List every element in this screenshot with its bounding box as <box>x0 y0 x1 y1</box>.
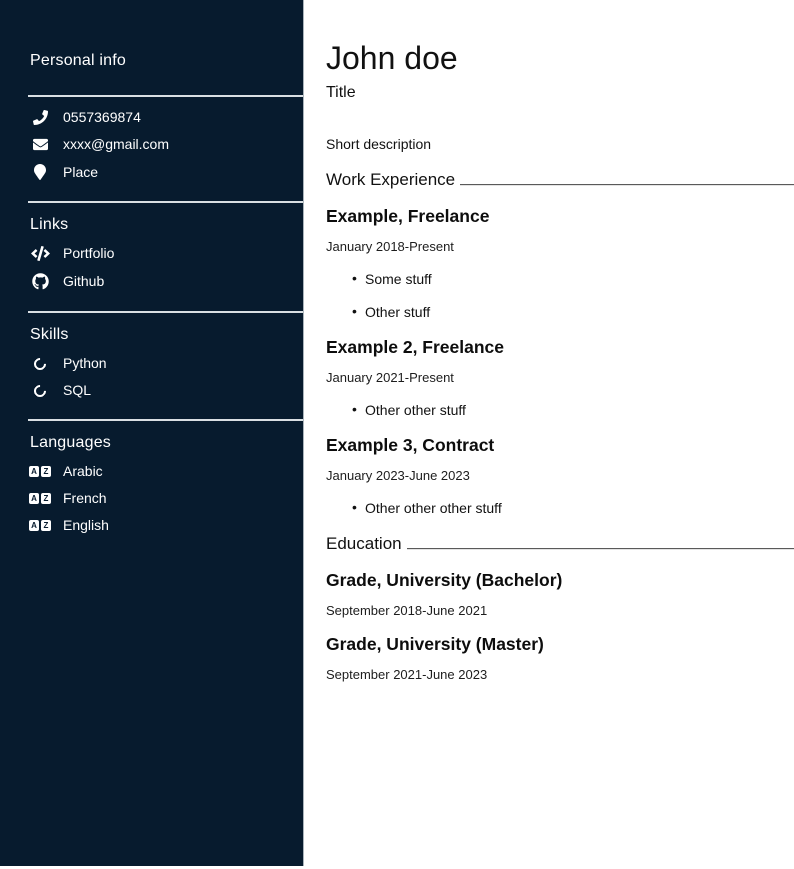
section-heading-label: Education <box>326 533 402 555</box>
envelope-icon <box>30 137 50 152</box>
education-entries: Grade, University (Bachelor) September 20… <box>326 570 794 683</box>
section-heading-work-experience: Work Experience <box>326 169 794 191</box>
sidebar-item-label: 0557369874 <box>63 110 141 125</box>
entry-title: Example 3, Contract <box>326 435 794 456</box>
sidebar-section-title-links: Links <box>30 215 303 235</box>
sidebar-item: AZ Arabic <box>30 458 303 485</box>
sidebar-item: AZ French <box>30 485 303 512</box>
entry-date: January 2023-June 2023 <box>326 468 794 484</box>
divider <box>28 311 303 313</box>
links-list: Portfolio Github <box>0 240 303 296</box>
entry-title: Example 2, Freelance <box>326 337 794 358</box>
languages-list: AZ Arabic AZ French AZ English <box>0 458 303 539</box>
short-description: Short description <box>326 136 794 153</box>
sidebar-item-label: xxxx@gmail.com <box>63 137 169 152</box>
entry-bullets: Some stuff Other stuff <box>326 271 794 321</box>
person-title: Title <box>326 83 794 103</box>
divider <box>28 95 303 97</box>
sidebar-item-label: Python <box>63 356 107 371</box>
sidebar-item-label: French <box>63 491 107 506</box>
circle-notch-icon <box>30 385 50 397</box>
sidebar-item[interactable]: Portfolio <box>30 240 303 267</box>
sidebar-item: xxxx@gmail.com <box>30 131 303 158</box>
sidebar-item: Place <box>30 158 303 186</box>
section-heading-label: Work Experience <box>326 169 455 191</box>
sidebar-item-label: Portfolio <box>63 246 114 261</box>
main-content: John doe Title Short description Work Ex… <box>305 0 794 869</box>
code-icon <box>30 246 50 261</box>
entry-title: Grade, University (Master) <box>326 634 794 655</box>
language-icon: AZ <box>30 466 50 477</box>
sidebar-section-title-skills: Skills <box>30 325 303 345</box>
bullet-item: Some stuff <box>365 271 794 288</box>
divider <box>28 419 303 421</box>
personal-info-list: 0557369874 xxxx@gmail.com Place <box>0 104 303 186</box>
sidebar: Personal info 0557369874 xxxx@gmail.com Pl… <box>0 0 304 866</box>
sidebar-item-label: Place <box>63 165 98 180</box>
work-experience-entries: Example, Freelance January 2018-Present So… <box>326 206 794 517</box>
heading-rule <box>407 548 794 550</box>
person-name: John doe <box>326 40 794 76</box>
sidebar-item: 0557369874 <box>30 104 303 131</box>
sidebar-item-label: SQL <box>63 383 91 398</box>
phone-icon <box>30 110 50 125</box>
sidebar-section-title-languages: Languages <box>30 433 303 453</box>
sidebar-item: SQL <box>30 377 303 404</box>
sidebar-item: Python <box>30 350 303 377</box>
sidebar-item[interactable]: Github <box>30 267 303 296</box>
language-icon: AZ <box>30 493 50 504</box>
entry-title: Example, Freelance <box>326 206 794 227</box>
language-icon: AZ <box>30 520 50 531</box>
bullet-item: Other stuff <box>365 304 794 321</box>
entry-title: Grade, University (Bachelor) <box>326 570 794 591</box>
bullet-item: Other other other stuff <box>365 500 794 517</box>
section-heading-education: Education <box>326 533 794 555</box>
entry-bullets: Other other stuff <box>326 402 794 419</box>
entry-date: January 2018-Present <box>326 239 794 255</box>
entry-date: September 2018-June 2021 <box>326 603 794 619</box>
divider <box>28 201 303 203</box>
bullet-item: Other other stuff <box>365 402 794 419</box>
sidebar-item-label: Github <box>63 274 104 289</box>
sidebar-item: AZ English <box>30 512 303 539</box>
heading-rule <box>460 184 794 186</box>
sidebar-item-label: English <box>63 518 109 533</box>
sidebar-section-title-personal-info: Personal info <box>30 51 303 71</box>
entry-date: September 2021-June 2023 <box>326 667 794 683</box>
location-pin-icon <box>30 164 50 180</box>
entry-bullets: Other other other stuff <box>326 500 794 517</box>
sidebar-item-label: Arabic <box>63 464 103 479</box>
skills-list: Python SQL <box>0 350 303 404</box>
entry-date: January 2021-Present <box>326 370 794 386</box>
circle-notch-icon <box>30 358 50 370</box>
github-icon <box>30 273 50 290</box>
